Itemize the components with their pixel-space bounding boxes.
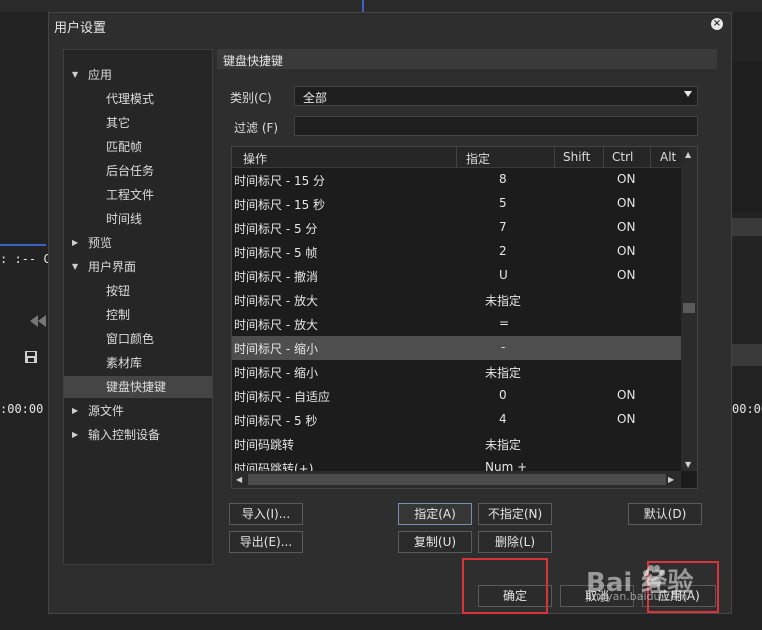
filter-input[interactable] [294, 116, 698, 136]
table-row[interactable]: 时间标尺 - 缩小 未指定 [232, 360, 681, 384]
watermark-url: jingyan.baidu.com [586, 590, 688, 603]
filter-label: 过滤 (F) [234, 121, 279, 135]
ok-button-highlight [462, 558, 548, 614]
tree-item-keyboard-shortcuts[interactable]: 键盘快捷键 [64, 376, 212, 398]
tree-item-bin[interactable]: 素材库 [64, 352, 212, 374]
chevron-down-icon [684, 91, 692, 97]
scroll-up-icon[interactable]: ▲ [685, 150, 691, 159]
section-title: 键盘快捷键 [223, 54, 284, 68]
column-header-alt[interactable]: Alt [660, 150, 676, 164]
expanded-arrow-icon: ▼ [72, 262, 79, 271]
default-button[interactable]: 默认(D) [628, 503, 702, 525]
tree-item-background-tasks[interactable]: 后台任务 [64, 160, 212, 182]
tree-item-preview[interactable]: ▶ 预览 [64, 232, 212, 254]
background-right-panel [730, 62, 762, 212]
column-header-shift[interactable]: Shift [563, 150, 590, 164]
assign-button[interactable]: 指定(A) [398, 503, 472, 525]
table-header: 操作 指定 Shift Ctrl Alt [232, 147, 681, 168]
tree-item-other[interactable]: 其它 [64, 112, 212, 134]
horizontal-scrollbar[interactable]: ◀ ▶ [232, 471, 681, 488]
tree-item-buttons[interactable]: 按钮 [64, 280, 212, 302]
shortcut-table: 操作 指定 Shift Ctrl Alt 时间标尺 - 15 分 8 ON 时间… [231, 146, 698, 489]
settings-tree: ▼ 应用 代理模式 其它 匹配帧 后台任务 工程文件 时间线 ▶ 预览 ▼ 用户… [63, 49, 213, 565]
column-divider[interactable] [554, 147, 555, 167]
table-row-selected[interactable]: 时间标尺 - 缩小 - [232, 336, 681, 360]
column-divider[interactable] [456, 147, 457, 167]
tree-item-control[interactable]: 控制 [64, 304, 212, 326]
table-row[interactable]: 时间标尺 - 放大 未指定 [232, 288, 681, 312]
tree-item-match-frame[interactable]: 匹配帧 [64, 136, 212, 158]
scroll-down-icon[interactable]: ▼ [685, 460, 691, 469]
column-header-ctrl[interactable]: Ctrl [612, 150, 633, 164]
table-row[interactable]: 时间标尺 - 15 秒 5 ON [232, 192, 681, 216]
vertical-scroll-thumb[interactable] [683, 303, 695, 313]
table-row[interactable]: 时间标尺 - 15 分 8 ON [232, 168, 681, 192]
category-dropdown[interactable]: 全部 [294, 86, 698, 106]
background-time-right: 00:00 [732, 402, 762, 416]
tree-item-window-color[interactable]: 窗口颜色 [64, 328, 212, 350]
tree-item-user-interface[interactable]: ▼ 用户界面 [64, 256, 212, 278]
dialog-title: 用户设置 [54, 21, 107, 36]
scroll-right-icon[interactable]: ▶ [668, 475, 674, 484]
unassign-button[interactable]: 不指定(N) [478, 503, 552, 525]
scroll-left-icon[interactable]: ◀ [236, 475, 242, 484]
background-timecode: : :-- C [0, 252, 51, 266]
table-body: 时间标尺 - 15 分 8 ON 时间标尺 - 15 秒 5 ON 时间标尺 -… [232, 168, 681, 471]
vertical-scrollbar[interactable]: ▲ ▼ [681, 147, 697, 471]
table-row[interactable]: 时间码跳转 未指定 [232, 432, 681, 456]
import-button[interactable]: 导入(I)... [229, 503, 303, 525]
table-row[interactable]: 时间标尺 - 5 秒 4 ON [232, 408, 681, 432]
column-divider[interactable] [603, 147, 604, 167]
table-row[interactable]: 时间标尺 - 自适应 0 ON [232, 384, 681, 408]
table-row[interactable]: 时间标尺 - 5 分 7 ON [232, 216, 681, 240]
background-timeline-marker [0, 244, 46, 246]
category-value: 全部 [303, 91, 328, 105]
table-row[interactable]: 时间标尺 - 撤消 U ON [232, 264, 681, 288]
collapsed-arrow-icon: ▶ [72, 406, 79, 415]
column-header-action[interactable]: 操作 [243, 150, 267, 167]
column-header-key[interactable]: 指定 [466, 150, 490, 167]
dialog-titlebar: 用户设置 × [49, 13, 731, 37]
horizontal-scroll-thumb[interactable] [248, 474, 666, 485]
user-settings-dialog: 用户设置 × ▼ 应用 代理模式 其它 匹配帧 后台任务 工程文件 时间线 ▶ … [48, 12, 732, 614]
collapsed-arrow-icon: ▶ [72, 238, 79, 247]
tree-item-input-control-device[interactable]: ▶ 输入控制设备 [64, 424, 212, 446]
tree-item-app[interactable]: ▼ 应用 [64, 64, 212, 86]
background-right-strip-2 [730, 344, 762, 366]
close-icon[interactable]: × [711, 18, 723, 30]
table-row[interactable]: 时间标尺 - 放大 = [232, 312, 681, 336]
background-playhead-marker [362, 0, 364, 12]
category-label: 类别(C) [230, 91, 272, 105]
table-row[interactable]: 时间码跳转(+) Num + [232, 456, 681, 471]
copy-button[interactable]: 复制(U) [398, 531, 472, 553]
table-row[interactable]: 时间标尺 - 5 帧 2 ON [232, 240, 681, 264]
tree-item-source-file[interactable]: ▶ 源文件 [64, 400, 212, 422]
collapsed-arrow-icon: ▶ [72, 430, 79, 439]
background-right-strip [730, 218, 762, 236]
delete-button[interactable]: 删除(L) [478, 531, 552, 553]
section-header: 键盘快捷键 [217, 49, 717, 69]
expanded-arrow-icon: ▼ [72, 70, 79, 79]
paw-icon [643, 565, 665, 588]
background-top-bar [0, 0, 762, 12]
rewind-icon [30, 315, 46, 327]
save-icon [25, 351, 37, 363]
tree-item-timeline[interactable]: 时间线 [64, 208, 212, 230]
export-button[interactable]: 导出(E)... [229, 531, 303, 553]
background-time-left: :00:00 [0, 402, 44, 416]
column-divider[interactable] [650, 147, 651, 167]
tree-item-proxy-mode[interactable]: 代理模式 [64, 88, 212, 110]
tree-item-project-file[interactable]: 工程文件 [64, 184, 212, 206]
